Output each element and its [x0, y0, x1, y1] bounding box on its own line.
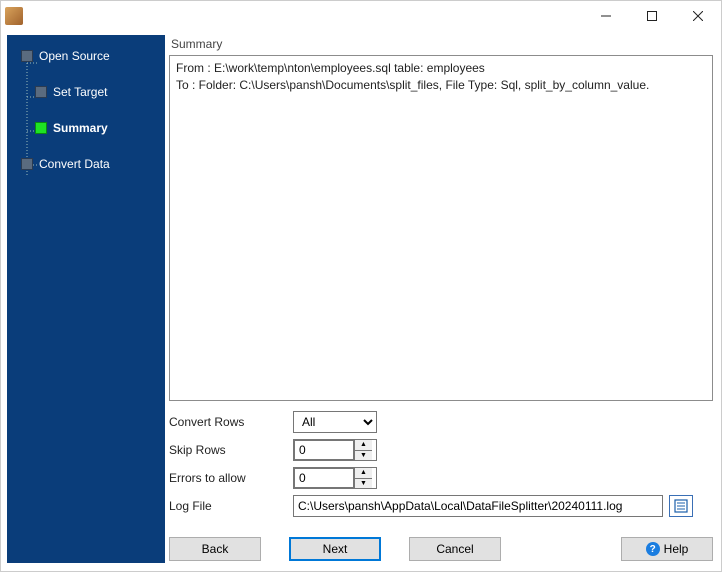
help-icon: ? — [646, 542, 660, 556]
main-panel: Summary From : E:\work\temp\nton\employe… — [169, 35, 713, 563]
titlebar — [1, 1, 721, 31]
sidebar-item-label: Set Target — [53, 85, 107, 99]
sidebar-item-convert-data[interactable]: Convert Data — [21, 157, 159, 171]
browse-log-button[interactable] — [669, 495, 693, 517]
convert-rows-label: Convert Rows — [169, 415, 293, 429]
spin-up-icon[interactable]: ▲ — [355, 468, 372, 479]
convert-rows-select[interactable]: All — [293, 411, 377, 433]
button-label: Back — [202, 542, 229, 556]
skip-rows-spinner[interactable]: ▲ ▼ — [293, 439, 377, 461]
sidebar-item-set-target[interactable]: Set Target — [35, 85, 159, 99]
spin-down-icon[interactable]: ▼ — [355, 479, 372, 489]
spin-up-icon[interactable]: ▲ — [355, 440, 372, 451]
minimize-button[interactable] — [583, 1, 629, 31]
errors-allow-input[interactable] — [294, 468, 354, 488]
sidebar-item-open-source[interactable]: Open Source — [21, 49, 159, 63]
log-file-label: Log File — [169, 499, 293, 513]
button-label: Next — [323, 542, 348, 556]
back-button[interactable]: Back — [169, 537, 261, 561]
button-label: Cancel — [436, 542, 473, 556]
step-box-icon — [35, 86, 47, 98]
spin-down-icon[interactable]: ▼ — [355, 451, 372, 461]
browse-icon — [674, 499, 688, 513]
step-box-icon — [21, 158, 33, 170]
sidebar-item-label: Open Source — [39, 49, 110, 63]
wizard-button-bar: Back Next Cancel ? Help — [169, 523, 713, 563]
app-window: Open Source Set Target Summary Convert D… — [0, 0, 722, 572]
sidebar-item-summary[interactable]: Summary — [35, 121, 159, 135]
errors-allow-label: Errors to allow — [169, 471, 293, 485]
errors-allow-spinner[interactable]: ▲ ▼ — [293, 467, 377, 489]
window-controls — [583, 1, 721, 31]
section-heading: Summary — [169, 35, 713, 55]
step-box-icon — [35, 122, 47, 134]
button-label: Help — [664, 542, 689, 556]
step-box-icon — [21, 50, 33, 62]
sidebar-item-label: Summary — [53, 121, 108, 135]
summary-textbox[interactable]: From : E:\work\temp\nton\employees.sql t… — [169, 55, 713, 401]
skip-rows-input[interactable] — [294, 440, 354, 460]
maximize-button[interactable] — [629, 1, 675, 31]
options-form: Convert Rows All Skip Rows ▲ — [169, 401, 713, 523]
cancel-button[interactable]: Cancel — [409, 537, 501, 561]
sidebar-item-label: Convert Data — [39, 157, 110, 171]
skip-rows-label: Skip Rows — [169, 443, 293, 457]
next-button[interactable]: Next — [289, 537, 381, 561]
wizard-sidebar: Open Source Set Target Summary Convert D… — [7, 35, 165, 563]
close-button[interactable] — [675, 1, 721, 31]
help-button[interactable]: ? Help — [621, 537, 713, 561]
app-icon — [5, 7, 23, 25]
log-file-input[interactable] — [293, 495, 663, 517]
